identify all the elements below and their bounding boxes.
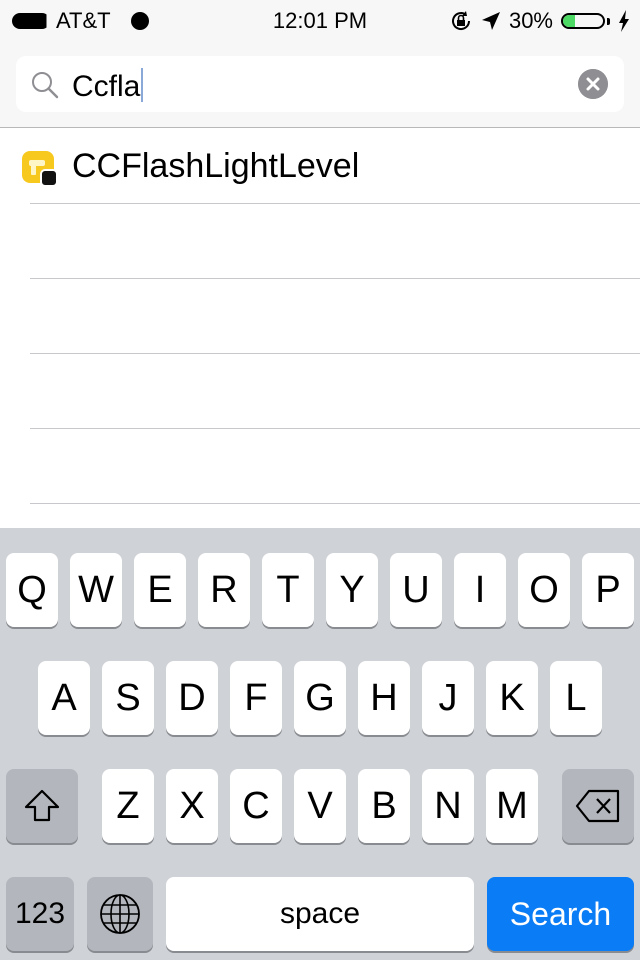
key-y[interactable]: Y [326, 553, 378, 627]
status-right: 30% [449, 8, 630, 34]
list-item [0, 354, 640, 429]
delete-key[interactable] [562, 769, 634, 843]
clear-icon[interactable] [578, 69, 608, 99]
search-value: Ccfla [72, 70, 141, 103]
key-c[interactable]: C [230, 769, 282, 843]
key-z[interactable]: Z [102, 769, 154, 843]
key-m[interactable]: M [486, 769, 538, 843]
list-item [0, 429, 640, 504]
battery-nub [607, 17, 610, 25]
shift-icon [24, 789, 60, 822]
search-icon [32, 72, 59, 99]
result-label: CCFlashLightLevel [72, 147, 360, 185]
key-b[interactable]: B [358, 769, 410, 843]
key-o[interactable]: O [518, 553, 570, 627]
key-f[interactable]: F [230, 661, 282, 735]
key-h[interactable]: H [358, 661, 410, 735]
key-s[interactable]: S [102, 661, 154, 735]
key-r[interactable]: R [198, 553, 250, 627]
charging-bolt-icon [619, 10, 629, 32]
text-caret [141, 68, 144, 102]
key-l[interactable]: L [550, 661, 602, 735]
delete-icon [575, 789, 620, 823]
key-x[interactable]: X [166, 769, 218, 843]
space-key[interactable]: space [166, 877, 474, 951]
battery-fill [563, 15, 575, 27]
battery-percent: 30% [508, 8, 553, 33]
list-item[interactable]: CCFlashLightLevel [0, 129, 640, 204]
battery-icon [561, 13, 605, 29]
cydia-badge-icon [40, 169, 58, 187]
key-t[interactable]: T [262, 553, 314, 627]
shift-key[interactable] [6, 769, 78, 843]
key-i[interactable]: I [454, 553, 506, 627]
rotation-lock-icon [451, 11, 470, 30]
search-bar: Ccfla [0, 40, 640, 128]
numbers-key[interactable]: 123 [6, 877, 74, 951]
results-list: CCFlashLightLevel [0, 129, 640, 504]
key-d[interactable]: D [166, 661, 218, 735]
key-n[interactable]: N [422, 769, 474, 843]
key-p[interactable]: P [582, 553, 634, 627]
search-input[interactable]: Ccfla [16, 56, 624, 112]
list-item [0, 204, 640, 279]
key-k[interactable]: K [486, 661, 538, 735]
divider [30, 503, 640, 504]
search-text: Ccfla [72, 68, 144, 103]
key-e[interactable]: E [134, 553, 186, 627]
key-q[interactable]: Q [6, 553, 58, 627]
key-w[interactable]: W [70, 553, 122, 627]
key-a[interactable]: A [38, 661, 90, 735]
key-v[interactable]: V [294, 769, 346, 843]
list-item [0, 279, 640, 354]
key-u[interactable]: U [390, 553, 442, 627]
status-bar: AT&T 12:01 PM 30% [0, 0, 640, 40]
globe-icon [100, 894, 140, 934]
search-key[interactable]: Search [487, 877, 634, 951]
key-g[interactable]: G [294, 661, 346, 735]
screen: AT&T 12:01 PM 30% Ccfla CCFlashLightLeve… [0, 0, 640, 960]
globe-key[interactable] [87, 877, 153, 951]
keyboard: 123 space Search QWERTYUIOP ASDFGHJKL ZXCV… [0, 528, 640, 960]
key-j[interactable]: J [422, 661, 474, 735]
location-arrow-icon [481, 12, 500, 30]
